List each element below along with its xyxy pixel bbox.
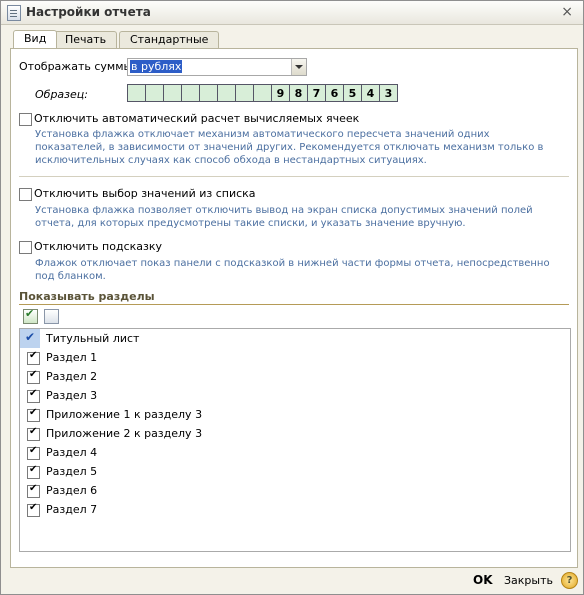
uncheck-all-icon[interactable] bbox=[44, 309, 59, 324]
sections-divider bbox=[19, 304, 569, 305]
sample-label: Образец: bbox=[35, 88, 88, 101]
section-row[interactable]: Приложение 1 к разделу 3 bbox=[20, 405, 570, 424]
sample-digit-cell bbox=[182, 84, 200, 102]
section-label: Раздел 3 bbox=[46, 389, 98, 402]
section-row[interactable]: Раздел 2 bbox=[20, 367, 570, 386]
disable-list-choice-checkbox[interactable] bbox=[19, 188, 32, 201]
close-button[interactable]: Закрыть bbox=[504, 574, 553, 587]
sample-digit-cell bbox=[128, 84, 146, 102]
disable-list-choice-label[interactable]: Отключить выбор значений из списка bbox=[34, 187, 256, 200]
tab-standard[interactable]: Стандартные bbox=[119, 31, 220, 49]
close-icon[interactable]: × bbox=[561, 4, 573, 20]
section-checkbox[interactable] bbox=[27, 407, 40, 422]
section-row[interactable]: Титульный лист bbox=[20, 329, 570, 348]
section-label: Раздел 1 bbox=[46, 351, 98, 364]
section-label: Раздел 2 bbox=[46, 370, 98, 383]
sample-digit-cell: 5 bbox=[344, 84, 362, 102]
sample-digit-cell bbox=[164, 84, 182, 102]
window-title: Настройки отчета bbox=[26, 5, 151, 19]
section-checkbox[interactable] bbox=[27, 388, 40, 403]
report-icon bbox=[7, 5, 21, 21]
sample-digit-cell: 6 bbox=[326, 84, 344, 102]
sample-digit-cell: 7 bbox=[308, 84, 326, 102]
section-checkbox[interactable] bbox=[27, 483, 40, 498]
dialog-footer: OK Закрыть ? bbox=[1, 568, 583, 594]
section-checkbox[interactable] bbox=[27, 350, 40, 365]
section-checkbox[interactable] bbox=[20, 329, 40, 348]
disable-list-choice-description: Установка флажка позволяет отключить выв… bbox=[35, 205, 533, 229]
section-row[interactable]: Раздел 6 bbox=[20, 481, 570, 500]
tab-panel-view: Отображать суммы в рублях Образец: 98765… bbox=[10, 48, 578, 568]
disable-autocalc-checkbox[interactable] bbox=[19, 113, 32, 126]
section-row[interactable]: Приложение 2 к разделу 3 bbox=[20, 424, 570, 443]
title-bar: Настройки отчета × bbox=[1, 1, 583, 25]
section-row[interactable]: Раздел 4 bbox=[20, 443, 570, 462]
sample-digit-cell bbox=[218, 84, 236, 102]
sample-digit-cell: 9 bbox=[272, 84, 290, 102]
sections-title: Показывать разделы bbox=[19, 290, 155, 303]
section-row[interactable]: Раздел 7 bbox=[20, 500, 570, 519]
report-settings-window: Настройки отчета × Печать Стандартные Ви… bbox=[0, 0, 584, 595]
sample-digit-cell: 8 bbox=[290, 84, 308, 102]
divider bbox=[19, 176, 569, 177]
section-label: Раздел 6 bbox=[46, 484, 98, 497]
section-label: Раздел 5 bbox=[46, 465, 98, 478]
section-checkbox[interactable] bbox=[27, 502, 40, 517]
section-row[interactable]: Раздел 3 bbox=[20, 386, 570, 405]
disable-hint-checkbox[interactable] bbox=[19, 241, 32, 254]
sample-digit-cell bbox=[236, 84, 254, 102]
disable-hint-description: Флажок отключает показ панели с подсказк… bbox=[35, 258, 550, 282]
sample-digit-cell bbox=[146, 84, 164, 102]
section-row[interactable]: Раздел 5 bbox=[20, 462, 570, 481]
section-checkbox[interactable] bbox=[27, 426, 40, 441]
section-checkbox[interactable] bbox=[27, 445, 40, 460]
sample-digit-cell bbox=[200, 84, 218, 102]
disable-autocalc-label[interactable]: Отключить автоматический расчет вычисляе… bbox=[34, 112, 359, 125]
sections-list[interactable]: Титульный лист Раздел 1 Раздел 2 Раздел 3 Пр… bbox=[19, 328, 571, 552]
disable-hint-label[interactable]: Отключить подсказку bbox=[34, 240, 162, 253]
ok-button[interactable]: OK bbox=[473, 573, 493, 587]
section-label: Раздел 7 bbox=[46, 503, 98, 516]
sample-digits: 9876543 bbox=[127, 84, 398, 102]
section-checkbox[interactable] bbox=[27, 464, 40, 479]
chevron-down-icon[interactable] bbox=[291, 59, 306, 75]
display-sums-select[interactable]: в рублях bbox=[127, 58, 307, 76]
display-sums-value: в рублях bbox=[130, 60, 183, 73]
sample-digit-cell: 4 bbox=[362, 84, 380, 102]
section-label: Приложение 2 к разделу 3 bbox=[46, 427, 203, 440]
section-label: Приложение 1 к разделу 3 bbox=[46, 408, 203, 421]
check-all-icon[interactable] bbox=[23, 307, 38, 324]
disable-autocalc-description: Установка флажка отключает механизм авто… bbox=[35, 129, 544, 166]
sample-digit-cell: 3 bbox=[380, 84, 398, 102]
tab-print[interactable]: Печать bbox=[54, 31, 118, 49]
section-checkbox[interactable] bbox=[27, 369, 40, 384]
section-label: Титульный лист bbox=[46, 332, 140, 345]
display-sums-label: Отображать суммы bbox=[19, 60, 133, 73]
section-label: Раздел 4 bbox=[46, 446, 98, 459]
sample-digit-cell bbox=[254, 84, 272, 102]
section-row[interactable]: Раздел 1 bbox=[20, 348, 570, 367]
help-icon[interactable]: ? bbox=[561, 572, 578, 589]
tab-view[interactable]: Вид bbox=[13, 30, 58, 50]
